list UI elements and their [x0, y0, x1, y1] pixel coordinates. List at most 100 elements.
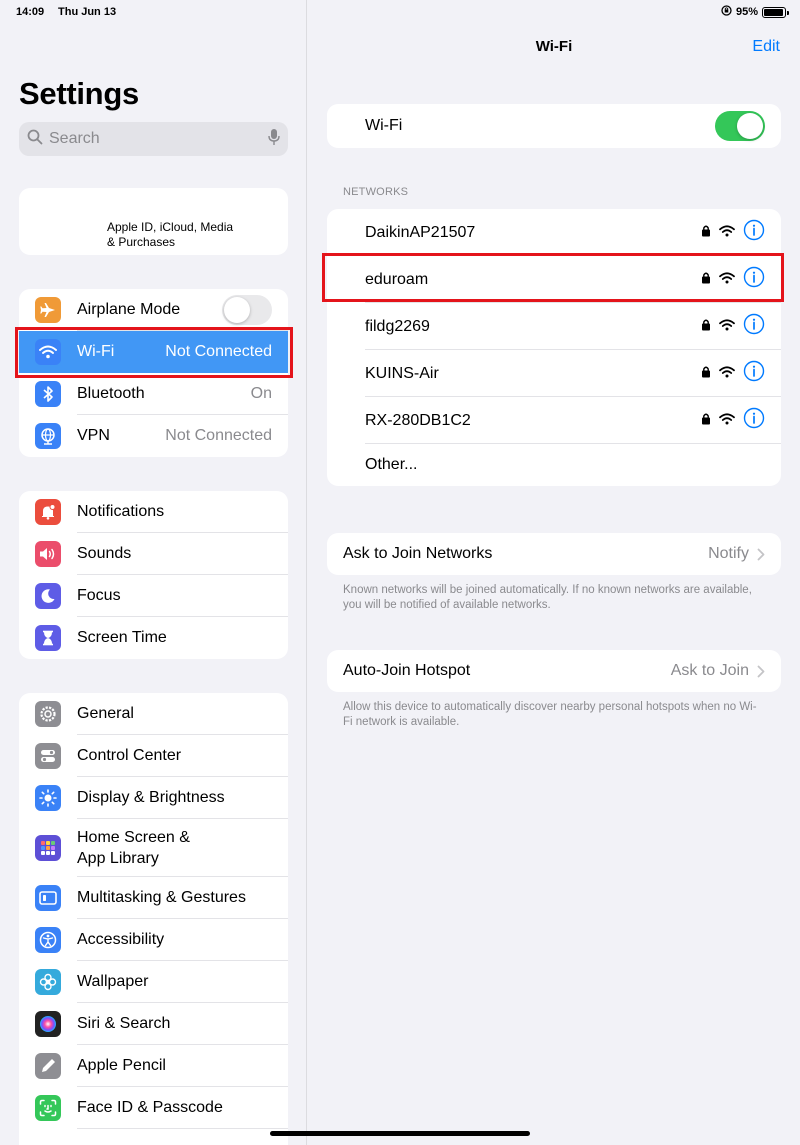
multitasking-icon — [35, 885, 61, 911]
siri-icon — [35, 1011, 61, 1037]
sidebar-item-face-id[interactable]: Face ID & Passcode — [19, 1087, 288, 1129]
hourglass-icon — [35, 625, 61, 651]
other-network-label: Other... — [365, 456, 418, 473]
status-date: Thu Jun 13 — [58, 6, 117, 18]
sidebar-item-label: Display & Brightness — [77, 789, 225, 806]
wifi-row-highlight — [15, 327, 293, 378]
speaker-icon — [35, 541, 61, 567]
airplane-mode-toggle[interactable] — [222, 295, 272, 325]
airplane-icon — [35, 297, 61, 323]
sidebar-item-focus[interactable]: Focus — [19, 575, 288, 617]
status-time: 14:09 — [16, 6, 45, 18]
search-placeholder: Search — [49, 130, 100, 147]
accessibility-icon — [35, 927, 61, 953]
sun-icon — [35, 785, 61, 811]
chevron-right-icon — [757, 533, 765, 575]
sidebar-item-screen-time[interactable]: Screen Time — [19, 617, 288, 659]
ask-to-join-footnote: Known networks will be joined automatica… — [343, 584, 752, 611]
sidebar-item-label: General — [77, 705, 134, 722]
sidebar-item-general[interactable]: General — [19, 693, 288, 735]
page-title: Settings — [19, 76, 139, 111]
network-row-other[interactable]: Other... — [327, 444, 781, 486]
wifi-toggle-label: Wi-Fi — [365, 117, 403, 134]
sidebar-item-label: Sounds — [77, 545, 132, 562]
sidebar-item-label: Bluetooth — [77, 385, 145, 402]
ask-to-join-row[interactable]: Ask to Join Networks Notify — [327, 533, 781, 575]
wifi-toggle[interactable] — [715, 111, 765, 141]
sidebar-item-wallpaper[interactable]: Wallpaper — [19, 961, 288, 1003]
network-name: fildg2269 — [365, 317, 430, 335]
microphone-icon[interactable] — [268, 128, 280, 151]
lock-icon — [701, 318, 711, 336]
home-screen-line2: App Library — [77, 850, 159, 867]
ask-to-join-label: Ask to Join Networks — [343, 545, 493, 562]
wifi-signal-icon — [719, 318, 735, 336]
info-icon[interactable] — [743, 360, 765, 387]
network-name: RX-280DB1C2 — [365, 411, 471, 429]
network-row-kuins-air[interactable]: KUINS-Air — [327, 350, 781, 397]
network-row-daikin[interactable]: DaikinAP21507 — [327, 209, 781, 256]
lock-icon — [701, 412, 711, 430]
apple-id-line2: & Purchases — [107, 235, 176, 249]
bluetooth-status-value: On — [250, 385, 272, 402]
wifi-signal-icon — [719, 224, 735, 242]
info-icon[interactable] — [743, 313, 765, 340]
general-group: General Control Center Display & Brightn… — [19, 693, 288, 1145]
auto-join-value: Ask to Join — [670, 662, 749, 679]
sidebar-item-label: Screen Time — [77, 629, 167, 646]
apple-id-label: Apple ID, iCloud, Media & Purchases — [107, 220, 233, 250]
sidebar-item-label: Home Screen & App Library — [77, 827, 190, 869]
sidebar-item-label: Focus — [77, 587, 121, 604]
detail-title: Wi-Fi — [535, 38, 573, 55]
pencil-icon — [35, 1053, 61, 1079]
wifi-signal-icon — [719, 365, 735, 383]
sidebar-item-sounds[interactable]: Sounds — [19, 533, 288, 575]
networks-header: NETWORKS — [343, 186, 409, 198]
wifi-toggle-card: Wi-Fi — [327, 104, 781, 148]
home-indicator — [270, 1131, 530, 1136]
sidebar-item-label: Apple Pencil — [77, 1057, 166, 1074]
info-icon[interactable] — [743, 219, 765, 246]
info-icon[interactable] — [743, 407, 765, 434]
sidebar-item-home-screen[interactable]: Home Screen & App Library — [19, 819, 288, 877]
edit-button[interactable]: Edit — [752, 38, 780, 56]
sidebar-item-label: VPN — [77, 427, 110, 444]
switches-icon — [35, 743, 61, 769]
sidebar-item-accessibility[interactable]: Accessibility — [19, 919, 288, 961]
apple-id-row[interactable]: Apple ID, iCloud, Media & Purchases — [19, 188, 288, 255]
network-name: KUINS-Air — [365, 364, 439, 382]
sidebar-item-label: Multitasking & Gestures — [77, 889, 246, 906]
apple-id-line1: Apple ID, iCloud, Media — [107, 220, 234, 234]
sidebar-item-apple-pencil[interactable]: Apple Pencil — [19, 1045, 288, 1087]
lock-icon — [701, 224, 711, 242]
sidebar-item-multitasking[interactable]: Multitasking & Gestures — [19, 877, 288, 919]
sidebar-item-display-brightness[interactable]: Display & Brightness — [19, 777, 288, 819]
lock-icon — [701, 365, 711, 383]
sidebar-item-label: Face ID & Passcode — [77, 1099, 223, 1116]
gear-icon — [35, 701, 61, 727]
wifi-toggle-row[interactable]: Wi-Fi — [327, 104, 781, 148]
notifications-group: Notifications Sounds Focus Screen Time — [19, 491, 288, 659]
auto-join-label: Auto-Join Hotspot — [343, 662, 471, 679]
auto-join-row[interactable]: Auto-Join Hotspot Ask to Join — [327, 650, 781, 692]
sidebar-item-vpn[interactable]: VPN Not Connected — [19, 415, 288, 457]
app-grid-icon — [35, 835, 61, 861]
vpn-status-value: Not Connected — [165, 427, 272, 444]
sidebar-item-bluetooth[interactable]: Bluetooth On — [19, 373, 288, 415]
sidebar-item-airplane-mode[interactable]: Airplane Mode — [19, 289, 288, 331]
network-row-rx-280db1c2[interactable]: RX-280DB1C2 — [327, 397, 781, 444]
settings-sidebar: Settings Search Apple ID, iCloud, Media … — [0, 0, 307, 1145]
face-id-icon — [35, 1095, 61, 1121]
sidebar-item-siri-search[interactable]: Siri & Search — [19, 1003, 288, 1045]
wifi-signal-icon — [719, 412, 735, 430]
sidebar-item-label: Airplane Mode — [77, 301, 181, 318]
sidebar-item-label: Notifications — [77, 503, 165, 520]
sidebar-item-notifications[interactable]: Notifications — [19, 491, 288, 533]
auto-join-card: Auto-Join Hotspot Ask to Join — [327, 650, 781, 692]
network-row-fildg2269[interactable]: fildg2269 — [327, 303, 781, 350]
search-input[interactable]: Search — [19, 122, 288, 156]
auto-join-footnote: Allow this device to automatically disco… — [343, 701, 757, 728]
search-icon — [27, 129, 43, 150]
sidebar-item-control-center[interactable]: Control Center — [19, 735, 288, 777]
apple-id-card[interactable]: Apple ID, iCloud, Media & Purchases — [19, 188, 288, 255]
